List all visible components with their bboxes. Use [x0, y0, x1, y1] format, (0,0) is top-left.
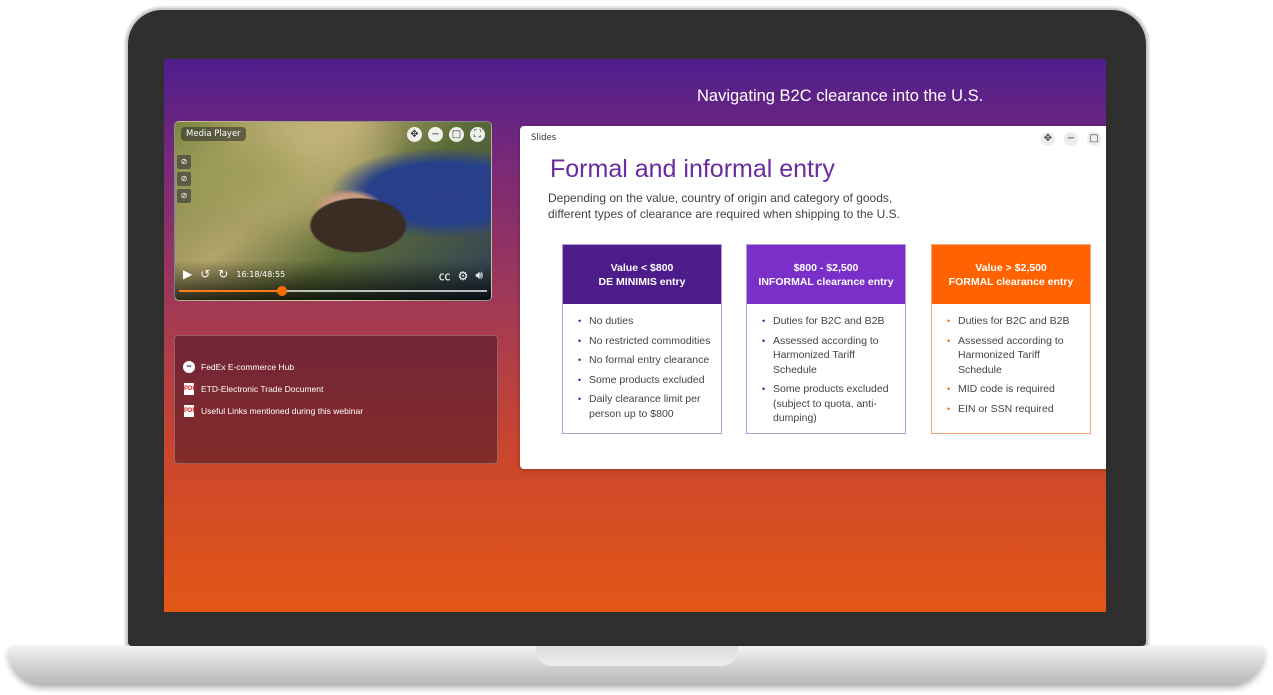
column-header-line1: Value < $800	[610, 261, 674, 274]
resource-item[interactable]: PDF ETD-Electronic Trade Document	[183, 378, 363, 400]
media-controls-left: ▶ ↺ ↻ 16:18/48:55	[183, 267, 285, 281]
media-player[interactable]: Media Player ✥ − □ ⛶ ⊘ ⊘ ⊘ ▶ ↺ ↻ 16:18/4…	[174, 121, 492, 301]
list-item: Assessed according to Harmonized Tariff …	[947, 334, 1084, 378]
camera-off-icon[interactable]: ⊘	[177, 189, 191, 203]
time-readout: 16:18/48:55	[236, 269, 286, 279]
entry-column-de-minimis: Value < $800 DE MINIMIS entry No duties …	[562, 244, 722, 434]
list-item: Some products excluded (subject to quota…	[762, 382, 899, 426]
slides-label: Slides	[531, 133, 557, 143]
column-header-line2: DE MINIMIS entry	[598, 275, 686, 288]
move-icon[interactable]: ✥	[1041, 132, 1055, 146]
volume-icon[interactable]: 🔊︎	[475, 268, 483, 283]
pdf-icon: PDF	[184, 383, 196, 395]
column-header: Value < $800 DE MINIMIS entry	[563, 245, 721, 304]
media-side-toolbar: ⊘ ⊘ ⊘	[177, 155, 191, 203]
laptop-mockup: Navigating B2C clearance into the U.S. M…	[0, 0, 1273, 695]
resources-panel: ∞ FedEx E-commerce Hub PDF ETD-Electroni…	[174, 335, 498, 464]
resource-item[interactable]: PDF Useful Links mentioned during this w…	[183, 400, 363, 422]
minimize-icon[interactable]: −	[428, 127, 443, 142]
camera-off-icon[interactable]: ⊘	[177, 172, 191, 186]
slides-window-controls: ✥ − □	[1041, 132, 1101, 146]
resource-label[interactable]: ETD-Electronic Trade Document	[201, 384, 323, 394]
progress-knob[interactable]	[276, 286, 287, 296]
media-controls: ▶ ↺ ↻ 16:18/48:55 ㏄ ⚙ 🔊︎	[175, 260, 491, 300]
rewind-icon[interactable]: ↺	[200, 267, 210, 281]
column-header-line2: INFORMAL clearance entry	[758, 275, 894, 288]
list-item: Some products excluded	[578, 373, 715, 388]
column-header-line1: $800 - $2,500	[793, 261, 859, 274]
progress-scrubber[interactable]	[179, 286, 487, 296]
list-item: No formal entry clearance	[578, 353, 715, 368]
camera-off-icon[interactable]: ⊘	[177, 155, 191, 169]
maximize-icon[interactable]: □	[1087, 132, 1101, 146]
list-item: Duties for B2C and B2B	[947, 314, 1084, 329]
media-player-window-controls: ✥ − □ ⛶	[407, 127, 485, 142]
play-icon[interactable]: ▶	[183, 267, 192, 281]
slide-heading: Formal and informal entry	[550, 155, 835, 183]
entry-column-formal: Value > $2,500 FORMAL clearance entry Du…	[931, 244, 1091, 434]
column-header: $800 - $2,500 INFORMAL clearance entry	[747, 245, 905, 304]
list-item: Assessed according to Harmonized Tariff …	[762, 334, 899, 378]
link-icon: ∞	[183, 361, 195, 373]
captions-icon[interactable]: ㏄	[439, 267, 451, 284]
settings-icon[interactable]: ⚙	[458, 269, 469, 283]
column-header-line2: FORMAL clearance entry	[948, 275, 1074, 288]
forward-icon[interactable]: ↻	[218, 267, 228, 281]
fullscreen-icon[interactable]: ⛶	[470, 127, 485, 142]
list-item: No duties	[578, 314, 715, 329]
column-header-line1: Value > $2,500	[975, 261, 1047, 274]
column-list: Duties for B2C and B2B Assessed accordin…	[932, 304, 1090, 416]
resource-item[interactable]: ∞ FedEx E-commerce Hub	[183, 356, 363, 378]
maximize-icon[interactable]: □	[449, 127, 464, 142]
slides-window: Slides ✥ − □ Formal and informal entry D…	[520, 126, 1106, 469]
resource-label[interactable]: Useful Links mentioned during this webin…	[201, 406, 363, 416]
column-list: No duties No restricted commodities No f…	[563, 304, 721, 421]
move-icon[interactable]: ✥	[407, 127, 422, 142]
minimize-icon[interactable]: −	[1064, 132, 1078, 146]
stage-title: Navigating B2C clearance into the U.S.	[697, 87, 984, 105]
list-item: EIN or SSN required	[947, 402, 1084, 417]
slide-subtitle: Depending on the value, country of origi…	[548, 191, 900, 221]
resource-label[interactable]: FedEx E-commerce Hub	[201, 362, 294, 372]
media-player-label: Media Player	[181, 127, 246, 141]
column-header: Value > $2,500 FORMAL clearance entry	[932, 245, 1090, 304]
list-item: MID code is required	[947, 382, 1084, 397]
progress-fill	[179, 290, 282, 292]
list-item: Daily clearance limit per person up to $…	[578, 392, 715, 421]
column-list: Duties for B2C and B2B Assessed accordin…	[747, 304, 905, 426]
list-item: No restricted commodities	[578, 334, 715, 349]
media-controls-right: ㏄ ⚙ 🔊︎	[439, 267, 483, 284]
list-item: Duties for B2C and B2B	[762, 314, 899, 329]
laptop-notch	[536, 646, 738, 666]
resources-list: ∞ FedEx E-commerce Hub PDF ETD-Electroni…	[183, 356, 363, 422]
pdf-icon: PDF	[184, 405, 196, 417]
entry-column-informal: $800 - $2,500 INFORMAL clearance entry D…	[746, 244, 906, 434]
webinar-screen: Navigating B2C clearance into the U.S. M…	[164, 59, 1106, 612]
